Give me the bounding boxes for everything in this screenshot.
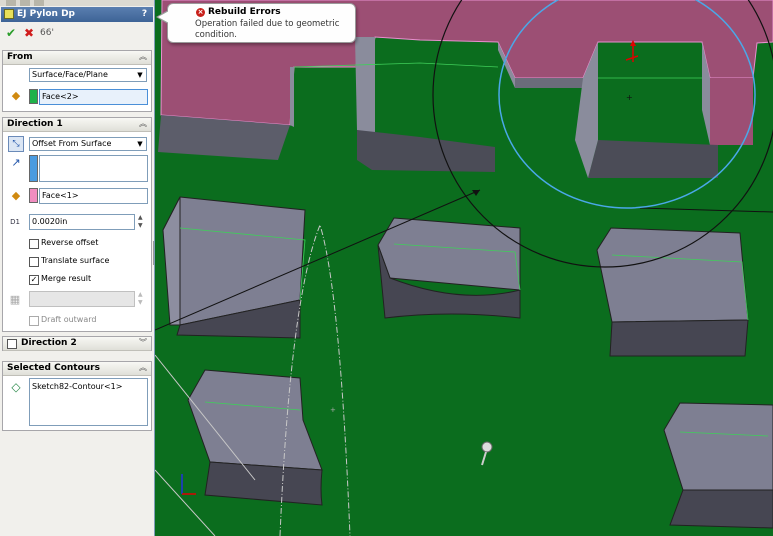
- selected-contours-group: Selected Contours ︽ ◇ Sketch82-Contour<1…: [2, 361, 152, 431]
- from-group-header[interactable]: From ︽: [3, 51, 151, 65]
- tab-feature-tree[interactable]: [6, 0, 16, 6]
- merge-result-checkbox[interactable]: ✓: [29, 275, 39, 285]
- selected-contours-title: Selected Contours: [7, 363, 100, 373]
- ok-button[interactable]: ✔: [3, 25, 19, 41]
- chevron-down-icon: ▼: [137, 71, 143, 79]
- face-select-icon: ◆: [11, 189, 21, 202]
- collapse-icon[interactable]: ︽: [139, 118, 147, 129]
- draft-outward-label: Draft outward: [41, 315, 97, 324]
- direction1-title: Direction 1: [7, 119, 63, 129]
- help-button[interactable]: ?: [139, 8, 150, 20]
- expand-icon[interactable]: ︾: [139, 337, 147, 348]
- face-select-icon: ◆: [11, 89, 21, 102]
- draft-icon: ▦: [9, 293, 21, 306]
- offset-face-color-swatch: [29, 188, 38, 203]
- preview-button[interactable]: 66': [39, 25, 55, 41]
- error-title: Rebuild Errors: [208, 7, 281, 17]
- from-title: From: [7, 52, 33, 62]
- from-type-value: Surface/Face/Plane: [32, 70, 108, 79]
- reverse-direction-icon[interactable]: ⤡: [8, 136, 24, 152]
- selected-contours-list[interactable]: Sketch82-Contour<1>: [29, 378, 148, 426]
- spin-down-icon[interactable]: ▼: [138, 223, 143, 229]
- panel-collapse-handle[interactable]: [153, 241, 154, 265]
- collapse-icon[interactable]: ︽: [139, 362, 147, 373]
- offset-face-field[interactable]: Face<1>: [39, 188, 148, 204]
- extruded-block-2[interactable]: [377, 217, 521, 319]
- rebuild-error-tooltip: × Rebuild Errors Operation failed due to…: [156, 3, 356, 43]
- chevron-down-icon: ▼: [137, 140, 143, 148]
- reverse-offset-checkbox[interactable]: [29, 239, 39, 249]
- direction-vector-icon: ↗: [11, 156, 21, 169]
- direction2-group: Direction 2 ︾: [2, 336, 152, 351]
- error-icon: ×: [196, 8, 205, 17]
- manager-tabs[interactable]: [0, 0, 154, 6]
- model-view[interactable]: + +: [155, 0, 773, 536]
- svg-text:+: +: [626, 93, 633, 102]
- graphics-viewport[interactable]: + +: [155, 0, 773, 536]
- spin-down-icon: ▼: [138, 299, 143, 306]
- direction-color-swatch: [29, 155, 38, 182]
- draft-angle-input: [29, 291, 135, 307]
- pin-icon: [481, 441, 493, 453]
- contour-list-item[interactable]: Sketch82-Contour<1>: [32, 382, 122, 391]
- feature-title: EJ Pylon Dp: [17, 9, 75, 19]
- from-group: From ︽ Surface/Face/Plane ▼ ◆ Face<2>: [2, 50, 152, 112]
- direction1-group: Direction 1 ︽ ⤡ Offset From Surface ▼ ↗ …: [2, 117, 152, 332]
- from-type-select[interactable]: Surface/Face/Plane ▼: [29, 68, 147, 82]
- property-manager: EJ Pylon Dp ? ✔ ✖ 66' From ︽ Surface/Fac…: [0, 0, 155, 536]
- extruded-block-5[interactable]: [663, 402, 773, 529]
- extruded-block-3[interactable]: [596, 227, 749, 357]
- cancel-button[interactable]: ✖: [21, 25, 37, 41]
- direction1-group-header[interactable]: Direction 1 ︽: [3, 118, 151, 132]
- end-condition-select[interactable]: Offset From Surface ▼: [29, 137, 147, 151]
- spin-up-icon: ▲: [138, 291, 143, 298]
- direction2-group-header[interactable]: Direction 2 ︾: [3, 337, 151, 351]
- spin-up-icon[interactable]: ▲: [138, 215, 143, 221]
- reverse-offset-label: Reverse offset: [41, 238, 99, 247]
- selected-contours-header[interactable]: Selected Contours ︽: [3, 362, 151, 376]
- translate-surface-checkbox[interactable]: [29, 257, 39, 267]
- offset-distance-input[interactable]: 0.0020in: [29, 214, 135, 230]
- direction2-checkbox[interactable]: [7, 339, 17, 349]
- feature-title-bar: EJ Pylon Dp ?: [1, 7, 153, 22]
- contour-icon: ◇: [11, 380, 21, 394]
- tab-config-manager[interactable]: [34, 0, 44, 6]
- direction2-title: Direction 2: [21, 338, 77, 348]
- error-message: Operation failed due to geometric condit…: [195, 19, 340, 40]
- extruded-block-4[interactable]: [187, 369, 323, 506]
- tab-property-manager[interactable]: [20, 0, 30, 6]
- translate-surface-label: Translate surface: [41, 256, 110, 265]
- svg-text:+: +: [330, 406, 336, 414]
- action-bar: ✔ ✖ 66': [1, 24, 153, 42]
- merge-result-label: Merge result: [41, 274, 92, 283]
- depth-d1-icon: D1: [10, 218, 20, 226]
- collapse-icon[interactable]: ︽: [139, 51, 147, 62]
- direction-selection-box[interactable]: [39, 155, 148, 182]
- from-color-swatch: [29, 89, 38, 104]
- draft-outward-checkbox: [29, 316, 39, 326]
- from-face-field[interactable]: Face<2>: [39, 89, 148, 105]
- extrude-feature-icon: [4, 9, 14, 19]
- end-condition-value: Offset From Surface: [32, 139, 112, 148]
